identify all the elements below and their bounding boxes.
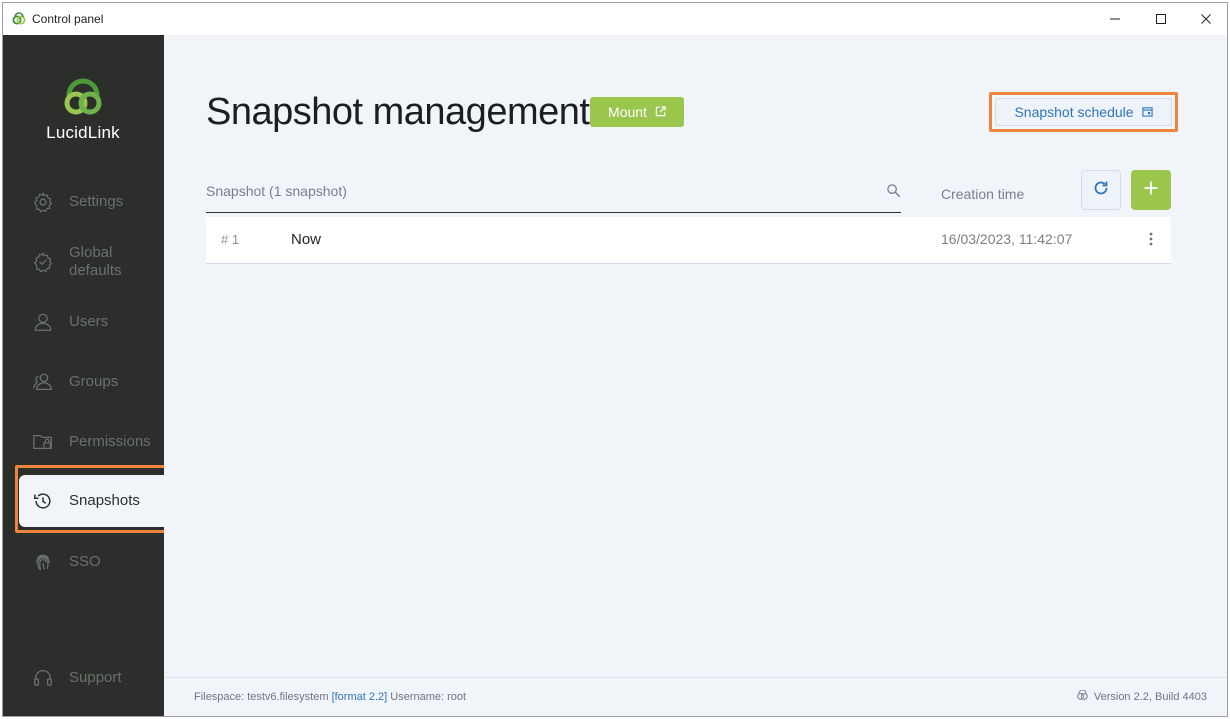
fingerprint-icon — [31, 550, 55, 574]
calendar-icon — [1141, 104, 1153, 120]
sidebar: LucidLink Settings Global defaults Users — [3, 35, 164, 716]
snapshots-highlight-outline — [15, 465, 169, 533]
user-icon — [31, 310, 55, 334]
mount-button-label: Mount — [608, 104, 647, 120]
format-version: [format 2.2] — [331, 691, 388, 703]
sidebar-item-label: Permissions — [69, 433, 151, 450]
version-info: Version 2.2, Build 4403 — [1076, 689, 1207, 704]
sidebar-item-label: SSO — [69, 553, 101, 570]
main-content: Snapshot management Mount Snapshot sched… — [164, 35, 1227, 716]
title-bar: Control panel — [3, 3, 1227, 35]
sidebar-item-label: Global defaults — [69, 244, 122, 279]
close-button[interactable] — [1183, 3, 1229, 35]
sidebar-item-groups[interactable]: Groups — [19, 356, 164, 408]
lucidlink-app-icon — [11, 11, 27, 27]
snapshot-name: Now — [291, 231, 322, 248]
username-info: Username: root — [387, 691, 467, 703]
sidebar-item-permissions[interactable]: Permissions — [19, 416, 164, 468]
status-footer: Filespace: testv6.filesystem [format 2.2… — [164, 677, 1227, 716]
snapshot-list-header: Snapshot (1 snapshot) Creation time — [206, 170, 1171, 215]
refresh-button[interactable] — [1081, 170, 1121, 210]
gear-icon — [31, 190, 55, 214]
sidebar-item-label: Groups — [69, 373, 119, 390]
filespace-info: Filespace: testv6.filesystem [format 2.2… — [194, 691, 466, 703]
minimize-button[interactable] — [1092, 3, 1138, 35]
plus-icon — [1143, 180, 1159, 201]
lucidlink-logo: LucidLink — [43, 77, 123, 142]
schedule-highlight-outline: Snapshot schedule — [989, 92, 1178, 132]
snapshot-row[interactable]: # 1 Now 16/03/2023, 11:42:07 — [206, 217, 1171, 264]
sidebar-item-label: Settings — [69, 193, 124, 210]
page-title: Snapshot management — [206, 91, 590, 133]
logo-text: LucidLink — [46, 123, 120, 142]
lucidlink-logo-icon — [64, 78, 102, 115]
folder-lock-icon — [31, 430, 55, 454]
snapshot-schedule-button[interactable]: Snapshot schedule — [995, 98, 1172, 126]
group-icon — [31, 370, 55, 394]
mount-button[interactable]: Mount — [590, 97, 684, 127]
snapshot-schedule-label: Snapshot schedule — [1014, 104, 1134, 120]
headset-icon — [31, 666, 55, 690]
sidebar-item-label: Users — [69, 313, 109, 330]
gear-badge-icon — [31, 250, 55, 274]
sidebar-item-support[interactable]: Support — [19, 652, 164, 704]
refresh-icon — [1092, 179, 1110, 202]
version-text: Version 2.2, Build 4403 — [1093, 691, 1207, 703]
search-icon[interactable] — [886, 183, 902, 199]
maximize-button[interactable] — [1138, 3, 1184, 35]
snapshot-creation-time: 16/03/2023, 11:42:07 — [941, 231, 1073, 247]
sidebar-item-settings[interactable]: Settings — [19, 176, 164, 228]
sidebar-item-sso[interactable]: SSO — [19, 536, 164, 588]
sidebar-item-global-defaults[interactable]: Global defaults — [19, 236, 164, 288]
sidebar-item-users[interactable]: Users — [19, 296, 164, 348]
app-window: Control panel LucidLink Settings Global … — [2, 2, 1228, 717]
filespace-name: Filespace: testv6.filesystem — [194, 691, 332, 703]
lucidlink-small-icon — [1076, 689, 1089, 704]
more-options-icon[interactable] — [1144, 229, 1158, 249]
window-title: Control panel — [32, 12, 104, 26]
search-underline — [206, 212, 901, 213]
sidebar-item-label: Support — [69, 669, 122, 686]
add-snapshot-button[interactable] — [1131, 170, 1171, 210]
creation-time-column-header: Creation time — [941, 186, 1025, 202]
external-link-icon — [655, 104, 666, 120]
snapshot-number: # 1 — [221, 232, 240, 247]
snapshot-column-header: Snapshot (1 snapshot) — [206, 183, 347, 199]
